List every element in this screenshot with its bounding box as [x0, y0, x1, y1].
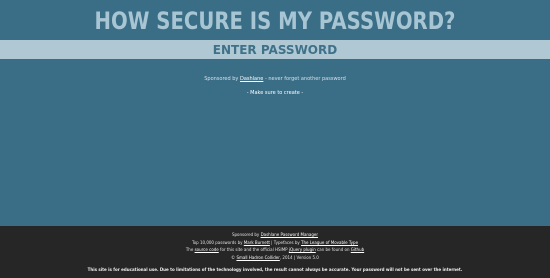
footer-source-mid3: can be found on — [315, 247, 351, 252]
footer-credits-mid: | Typefaces by — [269, 239, 302, 245]
footer-source-mid1: for this site and the official — [218, 247, 275, 252]
footer-sponsor-prefix: Sponsored by — [231, 232, 261, 237]
footer-credits-line: Top 10,000 passwords by Mark Burnett | T… — [0, 239, 550, 247]
sponsor-link[interactable]: Dashlane — [240, 76, 263, 82]
footer-small-hadron-link[interactable]: Small Hadron Collider — [236, 255, 279, 260]
create-link[interactable]: - Make sure to create - — [0, 90, 550, 97]
footer-jquery-plugin-link[interactable]: jQuery plugin — [289, 247, 316, 252]
footer-copyright-line: © Small Hadron Collider, 2014 | Version … — [0, 254, 550, 262]
footer-mark-burnett-link[interactable]: Mark Burnett — [244, 240, 270, 245]
password-input[interactable] — [0, 40, 550, 59]
sponsor-suffix: - never forget another password — [263, 76, 346, 82]
footer-sponsor-line: Sponsored by Dashlane Password Manager — [0, 231, 550, 239]
page-title: HOW SECURE IS MY PASSWORD? — [94, 7, 456, 35]
footer-disclaimer: This site is for educational use. Due to… — [87, 267, 463, 272]
footer-version: , 2014 | Version 5.0 — [279, 254, 319, 260]
footer-league-link[interactable]: The League of Movable Type — [301, 240, 358, 245]
footer: Sponsored by Dashlane Password Manager T… — [0, 226, 550, 278]
footer-source-line: The source code for this site and the of… — [0, 246, 550, 254]
footer-credits-prefix: Top 10,000 passwords by — [191, 239, 244, 245]
sponsor-prefix: Sponsored by — [204, 76, 240, 82]
footer-source-code-link[interactable]: source code — [195, 247, 219, 252]
footer-dashlane-link[interactable]: Dashlane Password Manager — [261, 232, 318, 237]
footer-source-prefix: The — [185, 247, 195, 252]
footer-github-link[interactable]: Github — [351, 247, 364, 252]
footer-lines: Sponsored by Dashlane Password Manager T… — [0, 231, 550, 261]
sponsor-line: Sponsored by Dashlane - never forget ano… — [0, 76, 550, 83]
footer-source-mid2: HSIMP — [274, 247, 289, 252]
